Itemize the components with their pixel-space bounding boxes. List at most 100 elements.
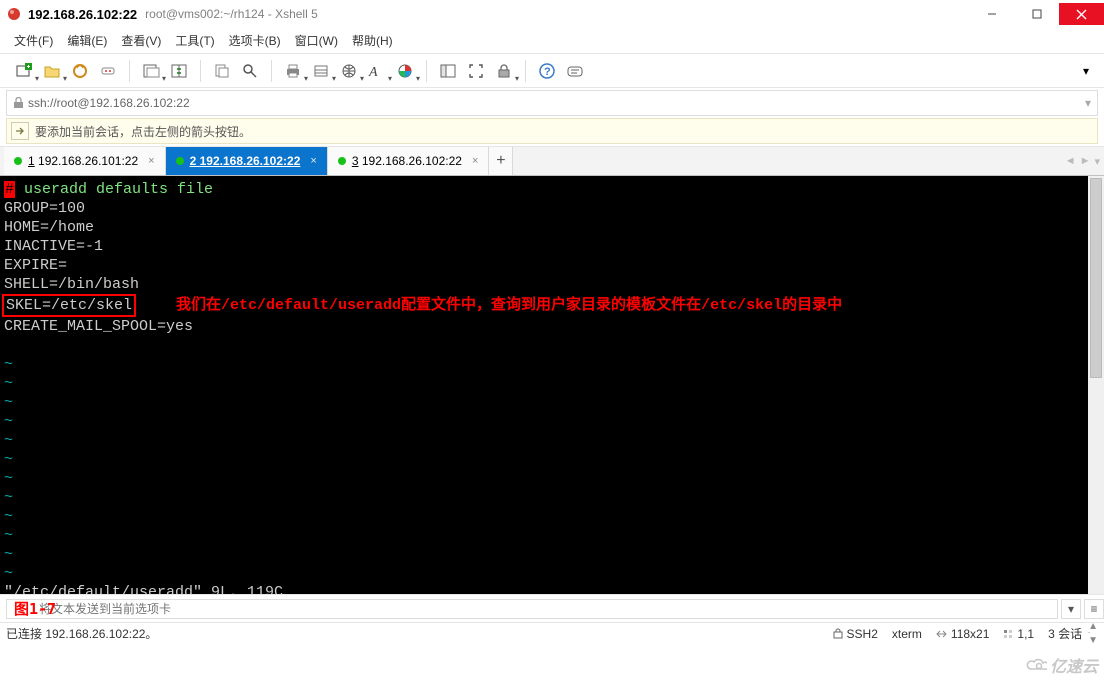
menu-view[interactable]: 查看(V) xyxy=(121,32,161,49)
lock-button[interactable] xyxy=(492,59,516,83)
title-bar: 192.168.26.102:22 root@vms002:~/rh124 - … xyxy=(0,0,1104,28)
send-options-button[interactable]: ≡ xyxy=(1084,599,1104,619)
print-button[interactable] xyxy=(281,59,305,83)
status-cursor-pos: 1,1 xyxy=(1003,627,1034,641)
window-title-sub: root@vms002:~/rh124 - Xshell 5 xyxy=(145,7,318,21)
menu-tabs[interactable]: 选项卡(B) xyxy=(229,32,281,49)
status-sessions: 3 会话 ▲ - ▼ xyxy=(1048,623,1098,644)
status-size: 118x21 xyxy=(936,627,989,641)
help-button[interactable]: ? xyxy=(535,59,559,83)
tab-next-icon[interactable]: ► xyxy=(1080,155,1091,167)
terminal-line: SHELL=/bin/bash xyxy=(4,276,139,293)
status-connection: 已连接 192.168.26.102:22。 xyxy=(6,625,819,642)
status-termtype: xterm xyxy=(892,627,922,641)
session-tab-3[interactable]: 3 192.168.26.102:22 × xyxy=(328,147,490,175)
tab-number: 3 xyxy=(352,154,359,168)
close-button[interactable] xyxy=(1059,3,1104,25)
terminal-tilde: ~ xyxy=(4,432,13,449)
terminal-tilde: ~ xyxy=(4,451,13,468)
tab-label: 192.168.26.102:22 xyxy=(362,154,462,168)
tab-label: 192.168.26.102:22 xyxy=(200,154,301,168)
address-dropdown-icon[interactable]: ▾ xyxy=(1085,96,1097,110)
minimize-button[interactable] xyxy=(969,3,1014,25)
tab-prev-icon[interactable]: ◄ xyxy=(1065,155,1076,167)
terminal-line: EXPIRE= xyxy=(4,257,67,274)
tab-close-icon[interactable]: × xyxy=(148,155,154,167)
new-session-button[interactable] xyxy=(12,59,36,83)
terminal-tilde: ~ xyxy=(4,565,13,582)
add-tab-button[interactable]: + xyxy=(489,147,513,175)
tab-label: 192.168.26.101:22 xyxy=(38,154,138,168)
terminal-tilde: ~ xyxy=(4,527,13,544)
watermark-text: 亿速云 xyxy=(1050,653,1098,677)
terminal-comment: useradd defaults file xyxy=(15,181,213,198)
tab-close-icon[interactable]: × xyxy=(472,155,478,167)
maximize-button[interactable] xyxy=(1014,3,1059,25)
watermark: 亿速云 xyxy=(1025,653,1098,677)
info-bar: 要添加当前会话，点击左侧的箭头按钮。 xyxy=(6,118,1098,144)
status-dot-icon xyxy=(14,157,22,165)
send-target-dropdown[interactable]: ▾ xyxy=(1061,599,1081,619)
menu-edit[interactable]: 编辑(E) xyxy=(67,32,107,49)
send-bar: 图1-7 ▾ ≡ xyxy=(0,594,1104,622)
status-dot-icon xyxy=(176,157,184,165)
terminal-tilde: ~ xyxy=(4,508,13,525)
address-url: ssh://root@192.168.26.102:22 xyxy=(28,96,190,110)
session-tab-2[interactable]: 2 192.168.26.102:22 × xyxy=(166,147,328,175)
app-icon xyxy=(6,6,22,22)
svg-text:A: A xyxy=(368,65,378,80)
menu-bar: 文件(F) 编辑(E) 查看(V) 工具(T) 选项卡(B) 窗口(W) 帮助(… xyxy=(0,28,1104,54)
compose-button[interactable] xyxy=(563,59,587,83)
sessions-panel-button[interactable] xyxy=(436,59,460,83)
add-session-arrow-button[interactable] xyxy=(11,122,29,140)
terminal-status-line: "/etc/default/useradd" 9L, 119C xyxy=(4,584,283,594)
terminal-tilde: ~ xyxy=(4,546,13,563)
send-text-input[interactable] xyxy=(6,599,1058,619)
menu-tools[interactable]: 工具(T) xyxy=(175,32,214,49)
font-button[interactable]: A xyxy=(365,59,389,83)
terminal-tilde: ~ xyxy=(4,470,13,487)
tab-menu-icon[interactable]: ▾ xyxy=(1094,155,1100,168)
highlighted-skel-line: SKEL=/etc/skel xyxy=(2,294,136,317)
menu-file[interactable]: 文件(F) xyxy=(14,32,53,49)
lock-icon xyxy=(833,628,843,639)
fullscreen-button[interactable] xyxy=(464,59,488,83)
color-button[interactable] xyxy=(393,59,417,83)
tab-close-icon[interactable]: × xyxy=(310,155,316,167)
status-bar: 已连接 192.168.26.102:22。 SSH2 xterm 118x21… xyxy=(0,622,1104,644)
terminal-line: GROUP=100 xyxy=(4,200,85,217)
copy-button[interactable] xyxy=(210,59,234,83)
figure-label: 图1-7 xyxy=(14,598,56,619)
window-title-main: 192.168.26.102:22 xyxy=(28,7,137,22)
tab-number: 1 xyxy=(28,154,35,168)
terminal-tilde: ~ xyxy=(4,413,13,430)
overflow-button[interactable]: ▾ xyxy=(1074,59,1098,83)
status-ssh: SSH2 xyxy=(833,627,878,641)
transfer-button[interactable] xyxy=(167,59,191,83)
terminal-line: CREATE_MAIL_SPOOL=yes xyxy=(4,318,193,335)
terminal-tilde: ~ xyxy=(4,375,13,392)
tab-bar: 1 192.168.26.101:22 × 2 192.168.26.102:2… xyxy=(0,146,1104,176)
address-bar[interactable]: ssh://root@192.168.26.102:22 ▾ xyxy=(6,90,1098,116)
terminal-scrollbar[interactable] xyxy=(1088,176,1104,594)
open-button[interactable] xyxy=(40,59,64,83)
svg-text:?: ? xyxy=(544,66,551,78)
annotation-text: 我们在/etc/default/useradd配置文件中，查询到用户家目录的模板… xyxy=(176,297,842,314)
info-bar-text: 要添加当前会话，点击左侧的箭头按钮。 xyxy=(35,123,251,140)
reconnect-button[interactable] xyxy=(68,59,92,83)
chevron-up-icon[interactable]: ▲ xyxy=(1088,623,1098,630)
menu-window[interactable]: 窗口(W) xyxy=(295,32,338,49)
chevron-down-icon[interactable]: ▼ xyxy=(1088,637,1098,644)
disconnect-button[interactable] xyxy=(96,59,120,83)
properties-button[interactable] xyxy=(309,59,333,83)
language-button[interactable] xyxy=(337,59,361,83)
find-button[interactable] xyxy=(238,59,262,83)
session-tab-1[interactable]: 1 192.168.26.101:22 × xyxy=(4,147,166,175)
grid-icon xyxy=(1003,629,1013,639)
menu-help[interactable]: 帮助(H) xyxy=(352,32,393,49)
profiles-button[interactable] xyxy=(139,59,163,83)
terminal[interactable]: # useradd defaults file GROUP=100 HOME=/… xyxy=(0,176,1104,594)
terminal-tilde: ~ xyxy=(4,394,13,411)
terminal-tilde: ~ xyxy=(4,356,13,373)
terminal-line: INACTIVE=-1 xyxy=(4,238,103,255)
